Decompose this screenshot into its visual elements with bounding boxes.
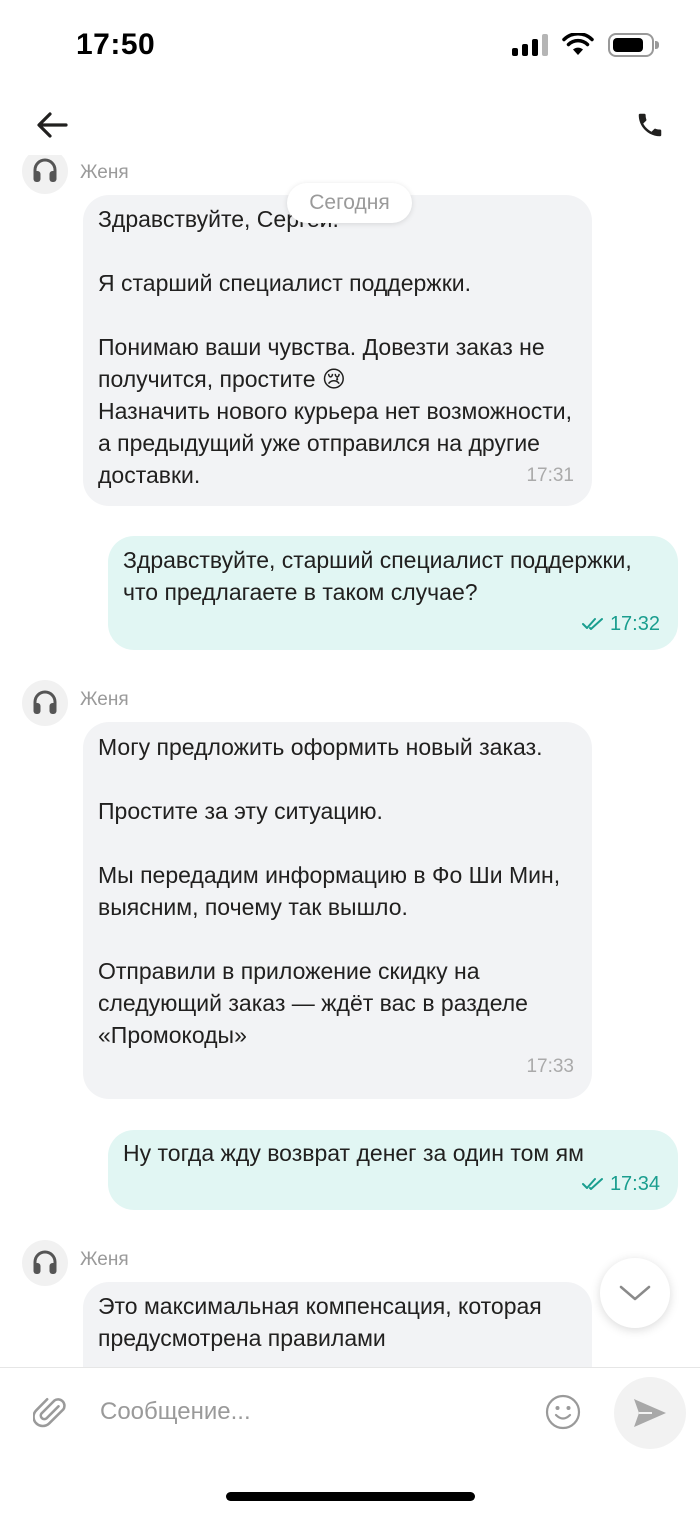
message-input[interactable] xyxy=(100,1390,520,1434)
message-time: 17:32 xyxy=(609,613,660,635)
double-check-icon xyxy=(581,1178,603,1190)
message-text: Могу предложить оформить новый заказ. Пр… xyxy=(98,734,561,1048)
chat-header xyxy=(0,95,700,155)
headset-icon xyxy=(33,158,57,182)
message-bubble-incoming[interactable]: Здравствуйте, Сергей. Я старший специали… xyxy=(83,195,592,506)
scroll-to-bottom-button[interactable] xyxy=(600,1258,670,1328)
double-check-icon xyxy=(581,618,603,630)
status-time: 17:50 xyxy=(76,28,156,61)
headset-icon xyxy=(33,690,57,714)
message-text: Здравствуйте, старший специалист поддерж… xyxy=(123,547,632,605)
status-bar: 17:50 xyxy=(0,0,700,95)
sender-name: Женя xyxy=(80,1249,129,1270)
paperclip-icon xyxy=(33,1397,66,1428)
message-text: Здравствуйте, Сергей. Я старший специали… xyxy=(98,206,573,488)
attach-button[interactable] xyxy=(30,1390,70,1434)
status-icons xyxy=(512,33,659,57)
message-bubble-incoming[interactable]: Могу предложить оформить новый заказ. Пр… xyxy=(83,722,592,1099)
date-separator: Сегодня xyxy=(287,183,412,223)
send-icon xyxy=(634,1399,666,1427)
sender-name: Женя xyxy=(80,689,129,710)
support-avatar xyxy=(22,1240,68,1286)
headset-icon xyxy=(33,1250,57,1274)
chevron-down-icon xyxy=(619,1285,651,1301)
signal-icon xyxy=(512,34,548,56)
wifi-icon xyxy=(562,33,594,55)
message-meta: 17:32 xyxy=(581,608,660,640)
message-time: 17:34 xyxy=(609,1173,660,1195)
emoji-button[interactable] xyxy=(544,1393,582,1431)
message-bubble-incoming[interactable]: Это максимальная компенсация, которая пр… xyxy=(83,1282,592,1367)
message-meta: 17:34 xyxy=(581,1168,660,1200)
arrow-left-icon xyxy=(37,112,68,138)
phone-icon xyxy=(638,113,662,137)
smiley-icon xyxy=(545,1394,581,1430)
call-button[interactable] xyxy=(628,103,672,147)
back-button[interactable] xyxy=(30,103,74,147)
message-composer xyxy=(0,1367,700,1515)
chat-area[interactable]: Женя Сегодня Здравствуйте, Сергей. Я ста… xyxy=(0,155,700,1367)
message-bubble-outgoing[interactable]: Здравствуйте, старший специалист поддерж… xyxy=(108,536,678,650)
sender-name: Женя xyxy=(80,162,129,183)
support-avatar xyxy=(22,155,68,194)
message-bubble-outgoing[interactable]: Ну тогда жду возврат денег за один том я… xyxy=(108,1130,678,1210)
message-time: 17:31 xyxy=(526,465,574,486)
home-indicator xyxy=(226,1492,475,1501)
support-avatar xyxy=(22,680,68,726)
send-button[interactable] xyxy=(614,1377,686,1449)
battery-icon xyxy=(608,33,659,57)
message-time: 17:33 xyxy=(526,1056,574,1077)
message-text: Ну тогда жду возврат денег за один том я… xyxy=(123,1140,584,1166)
message-text: Это максимальная компенсация, которая пр… xyxy=(98,1293,542,1351)
